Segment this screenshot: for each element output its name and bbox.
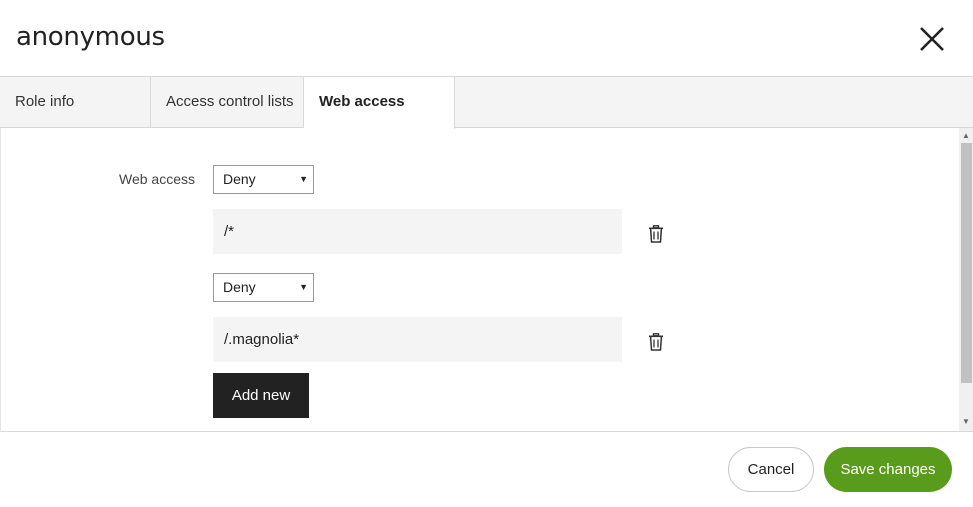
dropdown-arrow-icon: ▼ [299, 282, 308, 292]
path-input[interactable]: /.magnolia* [213, 317, 622, 362]
save-changes-button[interactable]: Save changes [824, 447, 952, 492]
dialog-header: anonymous [0, 0, 973, 77]
delete-entry-button[interactable] [648, 225, 664, 243]
trash-icon [649, 225, 663, 243]
dialog-footer: Cancel Save changes [0, 432, 973, 507]
permission-select[interactable]: Deny ▼ [213, 273, 314, 302]
web-access-label: Web access [119, 171, 195, 187]
add-new-button[interactable]: Add new [213, 373, 309, 418]
dialog-title: anonymous [16, 22, 165, 52]
tab-bar: Role info Access control lists Web acces… [0, 77, 973, 129]
tab-web-access[interactable]: Web access [304, 77, 455, 129]
cancel-button[interactable]: Cancel [728, 447, 814, 492]
dropdown-arrow-icon: ▼ [299, 174, 308, 184]
close-button[interactable] [916, 23, 948, 55]
scroll-down-icon[interactable]: ▼ [962, 418, 970, 426]
tab-role-info[interactable]: Role info [0, 77, 151, 128]
trash-icon [649, 333, 663, 351]
close-icon [920, 27, 944, 51]
permission-select-value: Deny [223, 171, 256, 187]
tab-access-control-lists[interactable]: Access control lists [151, 77, 304, 128]
delete-entry-button[interactable] [648, 333, 664, 351]
scroll-up-icon[interactable]: ▲ [962, 132, 970, 140]
tab-content: Web access Deny ▼ /* Deny ▼ /.magnolia* … [0, 128, 973, 432]
vertical-scrollbar[interactable]: ▲ ▼ [959, 128, 973, 431]
permission-select[interactable]: Deny ▼ [213, 165, 314, 194]
path-input[interactable]: /* [213, 209, 622, 254]
permission-select-value: Deny [223, 279, 256, 295]
scrollbar-thumb[interactable] [961, 143, 972, 383]
